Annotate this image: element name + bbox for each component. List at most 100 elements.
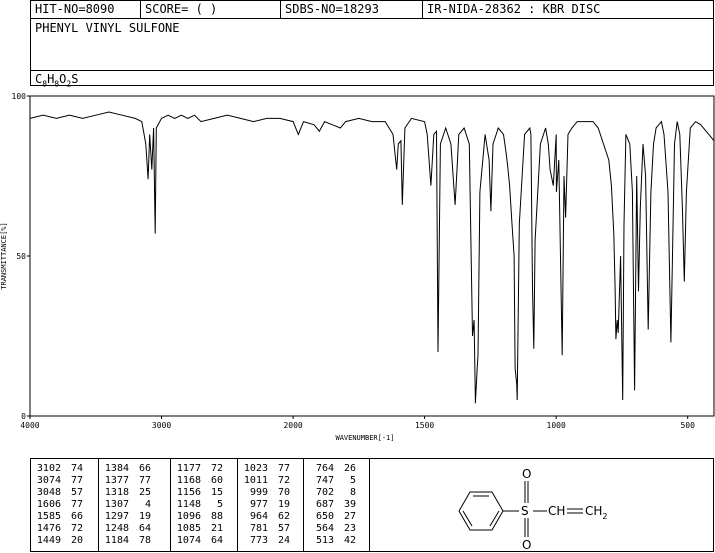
peak-transmittance: 72 <box>210 463 223 474</box>
ir-spectrum-chart: 4000 3000 2000 1500 1000 500100500 WAVENUMBER… <box>0 92 715 442</box>
peak-row: 1177 72 <box>171 463 237 475</box>
peak-transmittance: 72 <box>277 475 290 486</box>
x-tick-label: 4000 <box>20 421 39 430</box>
peak-column: 764 26 747 5 702 8 687 39 650 27 564 23 513 42 <box>304 459 370 551</box>
y-tick-label: 0 <box>21 412 26 421</box>
peak-transmittance: 64 <box>210 535 223 546</box>
peak-wavenumber: 964 <box>249 511 268 522</box>
peak-row: 764 26 <box>304 463 369 475</box>
peak-transmittance: 88 <box>210 511 223 522</box>
peak-wavenumber: 1449 <box>36 535 61 546</box>
vinyl-ch: CH <box>548 504 565 518</box>
peak-column: 1177 72 1168 60 1156 15 1148 5 1096 88 1085 21 1074 6… <box>171 459 238 551</box>
y-tick-label: 50 <box>16 252 26 261</box>
peak-wavenumber: 564 <box>315 523 334 534</box>
vinyl-ch2: CH2 <box>585 504 608 521</box>
peak-row: 1476 72 <box>31 523 98 535</box>
peak-transmittance: 19 <box>277 499 290 510</box>
y-tick-label: 100 <box>12 92 27 101</box>
y-axis-label: TRANSMITTANCE[%] <box>0 222 8 289</box>
peak-row: 1449 20 <box>31 535 98 547</box>
peak-row: 773 24 <box>238 535 303 547</box>
score: SCORE= ( ) <box>141 1 281 18</box>
peak-transmittance: 62 <box>277 511 290 522</box>
peak-transmittance: 77 <box>277 463 290 474</box>
peak-wavenumber: 702 <box>315 487 334 498</box>
peak-wavenumber: 1177 <box>176 463 201 474</box>
peak-wavenumber: 1023 <box>243 463 268 474</box>
hit-number: HIT-NO=8090 <box>31 1 141 18</box>
peak-transmittance: 66 <box>138 463 151 474</box>
peak-transmittance: 39 <box>343 499 356 510</box>
peak-transmittance: 5 <box>349 475 356 486</box>
peak-wavenumber: 1297 <box>104 511 129 522</box>
peak-row: 781 57 <box>238 523 303 535</box>
peak-wavenumber: 1085 <box>176 523 201 534</box>
peak-transmittance: 21 <box>210 523 223 534</box>
peak-wavenumber: 773 <box>249 535 268 546</box>
peak-row: 1377 77 <box>99 475 170 487</box>
peak-wavenumber: 3102 <box>36 463 61 474</box>
peak-wavenumber: 1476 <box>36 523 61 534</box>
peak-row: 1184 78 <box>99 535 170 547</box>
compound-name: PHENYL VINYL SULFONE <box>35 21 180 35</box>
benzene-ring <box>458 491 504 531</box>
peak-transmittance: 72 <box>70 523 83 534</box>
peak-wavenumber: 1011 <box>243 475 268 486</box>
peak-wavenumber: 513 <box>315 535 334 546</box>
peak-column: 1384 66 1377 77 1318 25 1307 4 1297 19 1248 64 1184 7… <box>99 459 171 551</box>
peak-row: 3102 74 <box>31 463 98 475</box>
peak-row: 702 8 <box>304 487 369 499</box>
peak-transmittance: 26 <box>343 463 356 474</box>
peak-wavenumber: 1148 <box>176 499 201 510</box>
peak-wavenumber: 687 <box>315 499 334 510</box>
peak-transmittance: 64 <box>138 523 151 534</box>
peak-wavenumber: 1168 <box>176 475 201 486</box>
peak-row: 1023 77 <box>238 463 303 475</box>
peak-row: 513 42 <box>304 535 369 547</box>
header-info-row: HIT-NO=8090 SCORE= ( ) SDBS-NO=18293 IR-… <box>31 1 713 19</box>
peak-wavenumber: 999 <box>249 487 268 498</box>
peak-transmittance: 77 <box>70 475 83 486</box>
peak-wavenumber: 977 <box>249 499 268 510</box>
oxygen-atom-bottom: O <box>522 538 531 551</box>
peak-row: 1297 19 <box>99 511 170 523</box>
x-tick-label: 1000 <box>547 421 566 430</box>
source-info: IR-NIDA-28362 : KBR DISC <box>427 2 601 16</box>
peak-wavenumber: 1184 <box>104 535 129 546</box>
peak-wavenumber: 1248 <box>104 523 129 534</box>
x-tick-label: 2000 <box>283 421 302 430</box>
peak-row: 1096 88 <box>171 511 237 523</box>
peak-transmittance: 42 <box>343 535 356 546</box>
peak-wavenumber: 764 <box>315 463 334 474</box>
formula-row: C8H8O2S <box>31 70 713 88</box>
spectrum-line <box>29 111 715 404</box>
peak-wavenumber: 1096 <box>176 511 201 522</box>
peak-transmittance: 19 <box>138 511 151 522</box>
peak-transmittance: 57 <box>70 487 83 498</box>
peak-row: 3074 77 <box>31 475 98 487</box>
sulfur-atom: S <box>521 504 529 518</box>
peak-transmittance: 23 <box>343 523 356 534</box>
peak-row: 1307 4 <box>99 499 170 511</box>
peak-wavenumber: 1156 <box>176 487 201 498</box>
peak-row: 1011 72 <box>238 475 303 487</box>
peak-transmittance: 74 <box>70 463 83 474</box>
peak-row: 1156 15 <box>171 487 237 499</box>
peak-transmittance: 27 <box>343 511 356 522</box>
peak-wavenumber: 1074 <box>176 535 201 546</box>
sdbs-number: SDBS-NO=18293 <box>281 1 423 18</box>
peak-transmittance: 24 <box>277 535 290 546</box>
peak-row: 999 70 <box>238 487 303 499</box>
peak-row: 650 27 <box>304 511 369 523</box>
peak-transmittance: 70 <box>277 487 290 498</box>
peak-transmittance: 4 <box>144 499 151 510</box>
peak-wavenumber: 747 <box>315 475 334 486</box>
peak-transmittance: 60 <box>210 475 223 486</box>
peak-wavenumber: 1606 <box>36 499 61 510</box>
peak-row: 1384 66 <box>99 463 170 475</box>
peak-row: 747 5 <box>304 475 369 487</box>
peak-transmittance: 57 <box>277 523 290 534</box>
peak-wavenumber: 1585 <box>36 511 61 522</box>
peak-row: 1606 77 <box>31 499 98 511</box>
